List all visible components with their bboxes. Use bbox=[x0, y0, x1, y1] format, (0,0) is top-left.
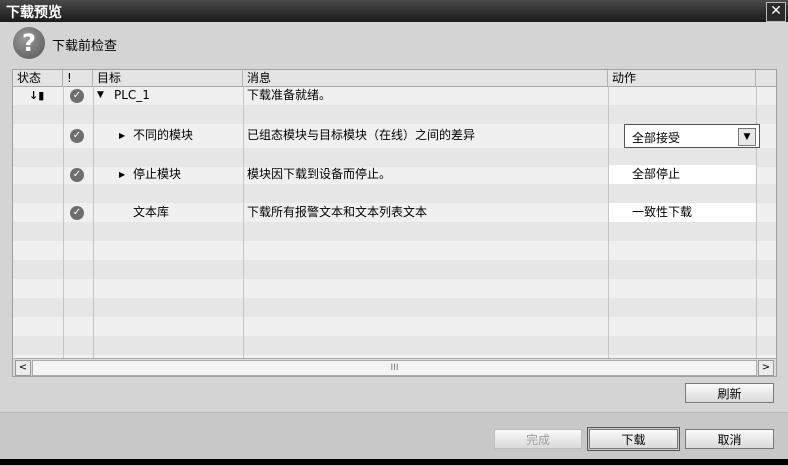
action-value: 全部停止 bbox=[632, 167, 681, 181]
table-row-empty bbox=[13, 222, 776, 241]
column-target[interactable]: 目标 bbox=[93, 70, 243, 86]
collapsed-triangle-icon[interactable]: ▶ bbox=[119, 126, 125, 145]
close-button[interactable]: ✕ bbox=[766, 2, 786, 22]
check-ok-icon: ✓ bbox=[70, 129, 84, 143]
column-warning[interactable]: ! bbox=[63, 70, 93, 86]
table-row-spacer bbox=[13, 184, 776, 203]
download-preview-dialog: 下载预览 ✕ ? 下载前检查 状态 ! 目标 消息 动作 ↓▮ ✓ ▼ PLC_… bbox=[0, 0, 788, 466]
header-label: 下载前检查 bbox=[52, 39, 118, 54]
scroll-thumb[interactable]: III bbox=[32, 360, 757, 376]
check-table: 状态 ! 目标 消息 动作 ↓▮ ✓ ▼ PLC_1 下载准备就绪。 ✓ ▶ 不… bbox=[12, 69, 777, 377]
table-row-spacer bbox=[13, 105, 776, 124]
dropdown-value: 全部接受 bbox=[632, 131, 681, 145]
column-filler bbox=[756, 70, 776, 86]
message-text: 下载准备就绪。 bbox=[247, 88, 332, 102]
table-row-empty bbox=[13, 279, 776, 298]
scroll-left-button[interactable]: < bbox=[15, 360, 31, 376]
table-row-empty bbox=[13, 298, 776, 317]
column-action[interactable]: 动作 bbox=[608, 70, 756, 86]
action-value: 一致性下载 bbox=[632, 205, 693, 219]
column-divider bbox=[243, 86, 244, 359]
target-name: PLC_1 bbox=[114, 88, 150, 102]
table-row[interactable]: ↓▮ ✓ ▼ PLC_1 下载准备就绪。 bbox=[13, 86, 776, 105]
window-bottom-edge bbox=[0, 459, 788, 465]
message-text: 已组态模块与目标模块（在线）之间的差异 bbox=[247, 128, 476, 142]
expanded-triangle-icon[interactable]: ▼ bbox=[97, 86, 104, 105]
target-name: 不同的模块 bbox=[133, 128, 194, 142]
horizontal-scrollbar[interactable]: < III > bbox=[13, 358, 776, 376]
chevron-down-icon[interactable]: ▼ bbox=[738, 128, 756, 146]
check-ok-icon: ✓ bbox=[70, 89, 84, 103]
table-row-empty bbox=[13, 336, 776, 355]
check-ok-icon: ✓ bbox=[70, 206, 84, 220]
dialog-title: 下载预览 bbox=[6, 5, 62, 21]
target-name: 停止模块 bbox=[133, 167, 182, 181]
refresh-button[interactable]: 刷新 bbox=[685, 383, 774, 403]
target-name: 文本库 bbox=[133, 205, 170, 219]
message-text: 下载所有报警文本和文本列表文本 bbox=[247, 205, 428, 219]
action-cell[interactable]: 全部停止 bbox=[608, 165, 756, 184]
finish-button[interactable]: 完成 bbox=[494, 429, 582, 449]
column-status[interactable]: 状态 bbox=[13, 70, 63, 86]
column-divider bbox=[608, 86, 609, 359]
dialog-footer: 完成 下载 取消 bbox=[0, 412, 788, 466]
action-dropdown[interactable]: 全部接受 ▼ bbox=[624, 124, 760, 148]
table-row-empty bbox=[13, 260, 776, 279]
download-button[interactable]: 下载 bbox=[587, 427, 680, 451]
table-row[interactable]: ✓ 文本库 下载所有报警文本和文本列表文本 一致性下载 bbox=[13, 203, 776, 222]
cancel-button[interactable]: 取消 bbox=[685, 429, 774, 449]
check-ok-icon: ✓ bbox=[70, 168, 84, 182]
table-row[interactable]: ✓ ▶ 停止模块 模块因下载到设备而停止。 全部停止 bbox=[13, 165, 776, 184]
question-icon: ? bbox=[13, 27, 45, 59]
collapsed-triangle-icon[interactable]: ▶ bbox=[119, 165, 125, 184]
message-text: 模块因下载到设备而停止。 bbox=[247, 167, 392, 181]
title-bar: 下载预览 ✕ bbox=[0, 0, 788, 22]
column-message[interactable]: 消息 bbox=[243, 70, 608, 86]
table-row-empty bbox=[13, 241, 776, 260]
column-divider bbox=[93, 86, 94, 359]
table-row-empty bbox=[13, 317, 776, 336]
download-status-icon: ↓▮ bbox=[29, 89, 45, 102]
scroll-right-button[interactable]: > bbox=[758, 360, 774, 376]
column-divider bbox=[63, 86, 64, 359]
action-cell[interactable]: 一致性下载 bbox=[608, 203, 756, 222]
table-header: 状态 ! 目标 消息 动作 bbox=[13, 70, 776, 87]
